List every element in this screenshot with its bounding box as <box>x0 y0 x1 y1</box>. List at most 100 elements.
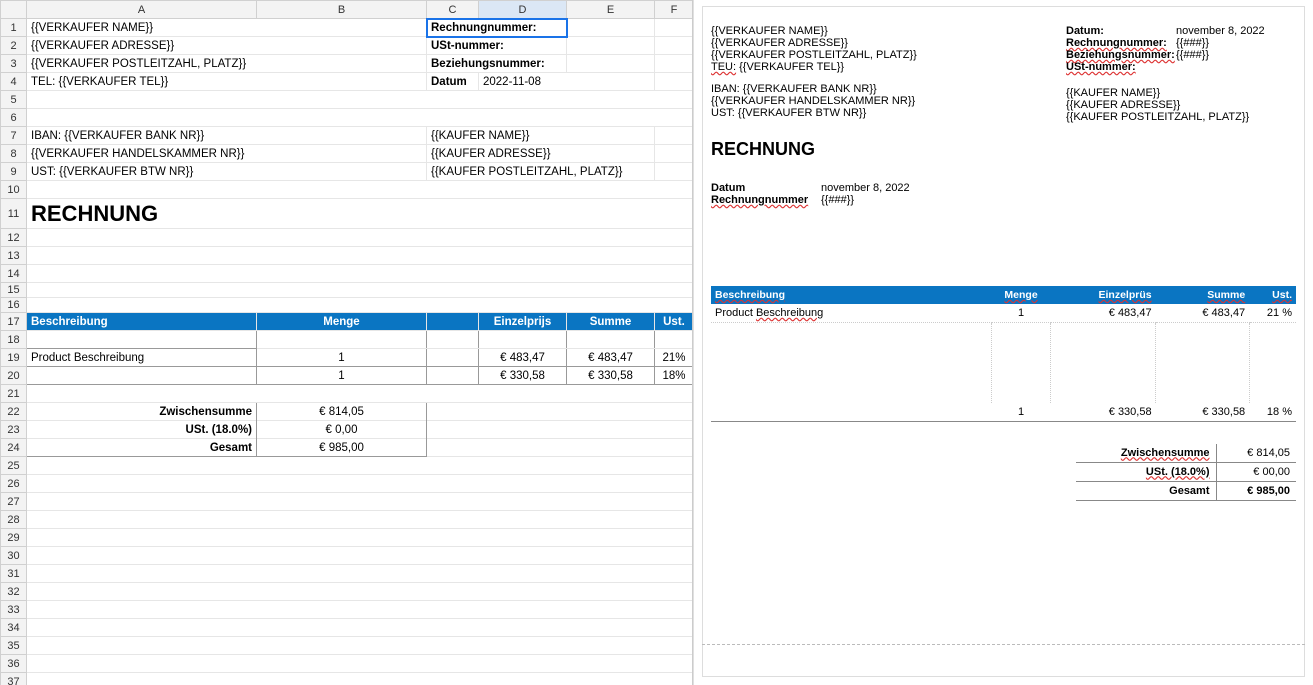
meta-bez-label: Beziehungsnummer: <box>1066 49 1176 61</box>
seller-tel: {{VERKAUFER TEL}} <box>739 61 844 73</box>
p-hdr-desc: Beschreibung <box>715 289 785 301</box>
row-17-hdr[interactable]: 17 <box>1 313 27 331</box>
cell-D19-unit[interactable]: € 483,47 <box>479 349 567 367</box>
hdr-beschreibung[interactable]: Beschreibung <box>27 313 257 331</box>
meta-rechnum: {{###}} <box>1176 37 1209 49</box>
label-zwischensumme[interactable]: Zwischensumme <box>27 403 257 421</box>
cell-A8[interactable]: {{VERKAUFER HANDELSKAMMER NR}} <box>27 145 427 163</box>
meta-bez: {{###}} <box>1176 49 1209 61</box>
sub-rechnum-label: Rechnungnummer <box>711 194 821 206</box>
seller-address: {{VERKAUFER ADRESSE}} <box>711 37 1066 49</box>
p-row1-desc <box>711 403 992 422</box>
hdr-ust[interactable]: Ust. <box>655 313 694 331</box>
cell-D9[interactable]: {{KAUFER POSTLEITZAHL, PLATZ}} <box>427 163 655 181</box>
cell-A4[interactable]: TEL: {{VERKAUFER TEL}} <box>27 73 427 91</box>
p-row1-qty: 1 <box>992 403 1051 422</box>
cell-D4[interactable]: Datum <box>427 73 479 91</box>
cell-F20-ust[interactable]: 18% <box>655 367 694 385</box>
cell-D2[interactable]: USt-nummer: <box>427 37 567 55</box>
seller-ust: UST: {{VERKAUFER BTW NR}} <box>711 107 1066 119</box>
hdr-summe[interactable]: Summe <box>567 313 655 331</box>
sub-datum: november 8, 2022 <box>821 182 910 194</box>
p-row0-qty: 1 <box>992 304 1051 323</box>
p-hdr-ust: Ust. <box>1272 289 1292 301</box>
val-zwischensumme[interactable]: € 814,05 <box>257 403 427 421</box>
meta-datum: november 8, 2022 <box>1176 25 1265 37</box>
cell-D1[interactable]: Rechnungnummer: <box>427 19 567 37</box>
seller-name: {{VERKAUFER NAME}} <box>711 25 1066 37</box>
page-break-indicator <box>702 644 1305 645</box>
row-8-hdr[interactable]: 8 <box>1 145 27 163</box>
seller-block: {{VERKAUFER NAME}} {{VERKAUFER ADRESSE}}… <box>711 25 1066 123</box>
buyer-address: {{KAUFER ADRESSE}} <box>1066 99 1296 111</box>
p-row1-unit: € 330,58 <box>1050 403 1155 422</box>
meta-ust-label: USt-nummer: <box>1066 61 1176 73</box>
col-B[interactable]: B <box>257 1 427 19</box>
cell-D7[interactable]: {{KAUFER NAME}} <box>427 127 655 145</box>
label-ust[interactable]: USt. (18.0%) <box>27 421 257 439</box>
cell-F1[interactable] <box>567 19 655 37</box>
cell-A2[interactable]: {{VERKAUFER ADRESSE}} <box>27 37 427 55</box>
seller-zipcity: {{VERKAUFER POSTLEITZAHL, PLATZ}} <box>711 49 1066 61</box>
row-1-hdr[interactable]: 1 <box>1 19 27 37</box>
cell-A19-desc[interactable]: Product Beschreibung <box>27 349 257 367</box>
hdr-einzel[interactable]: Einzelprijs <box>479 313 567 331</box>
preview-totals: Zwischensumme€ 814,05 USt. (18.0%)€ 00,0… <box>1076 444 1296 501</box>
row-3-hdr[interactable]: 3 <box>1 55 27 73</box>
row-22-hdr[interactable]: 22 <box>1 403 27 421</box>
preview-title: RECHNUNG <box>711 139 1296 160</box>
row-2-hdr[interactable]: 2 <box>1 37 27 55</box>
col-F[interactable]: F <box>655 1 694 19</box>
cell-D3[interactable]: Beziehungsnummer: <box>427 55 567 73</box>
row-7-hdr[interactable]: 7 <box>1 127 27 145</box>
val-ust[interactable]: € 0,00 <box>257 421 427 439</box>
meta-rechnum-label: Rechnungnummer: <box>1066 37 1176 49</box>
cell-A11-rechnung-title[interactable]: RECHNUNG <box>27 199 694 229</box>
p-row0-unit: € 483,47 <box>1050 304 1155 323</box>
buyer-zipcity: {{KAUFER POSTLEITZAHL, PLATZ}} <box>1066 111 1296 123</box>
col-A[interactable]: A <box>27 1 257 19</box>
p-row0-ust: 21 % <box>1249 304 1296 323</box>
cell-E4[interactable]: 2022-11-08 <box>479 73 655 91</box>
p-row1-ust: 18 % <box>1249 403 1296 422</box>
val-gesamt[interactable]: € 985,00 <box>257 439 427 457</box>
spreadsheet-grid[interactable]: A B C D E F 1 {{VERKAUFER NAME}} Rechnun… <box>0 0 693 685</box>
row-24-hdr[interactable]: 24 <box>1 439 27 457</box>
col-C[interactable]: C <box>427 1 479 19</box>
cell-E19-sum[interactable]: € 483,47 <box>567 349 655 367</box>
ptot-ust-label: USt. (18.0%) <box>1146 466 1210 478</box>
ptot-tot: € 985,00 <box>1216 481 1296 500</box>
meta-datum-label: Datum: <box>1066 25 1176 37</box>
column-header-row[interactable]: A B C D E F <box>1 1 694 19</box>
p-hdr-sum: Summe <box>1207 289 1245 301</box>
p-hdr-unit: Einzelprüs <box>1098 289 1151 301</box>
cell-D8[interactable]: {{KAUFER ADRESSE}} <box>427 145 655 163</box>
ptot-ust: € 00,00 <box>1216 462 1296 481</box>
cell-F19-ust[interactable]: 21% <box>655 349 694 367</box>
meta-block: Datum:november 8, 2022 Rechnungnummer:{{… <box>1066 25 1296 123</box>
cell-B19-qty[interactable]: 1 <box>257 349 427 367</box>
row-19-hdr[interactable]: 19 <box>1 349 27 367</box>
label-gesamt[interactable]: Gesamt <box>27 439 257 457</box>
cell-A3[interactable]: {{VERKAUFER POSTLEITZAHL, PLATZ}} <box>27 55 427 73</box>
cell-B20-qty[interactable]: 1 <box>257 367 427 385</box>
cell-E20-sum[interactable]: € 330,58 <box>567 367 655 385</box>
row-9-hdr[interactable]: 9 <box>1 163 27 181</box>
ptot-tot-label: Gesamt <box>1076 481 1216 500</box>
cell-A1[interactable]: {{VERKAUFER NAME}} <box>27 19 427 37</box>
row-23-hdr[interactable]: 23 <box>1 421 27 439</box>
hdr-menge[interactable]: Menge <box>257 313 427 331</box>
col-E[interactable]: E <box>567 1 655 19</box>
p-row1-sum: € 330,58 <box>1156 403 1250 422</box>
preview-table: Beschreibung Menge Einzelprüs Summe Ust.… <box>711 286 1296 422</box>
sub-datum-label: Datum <box>711 182 821 194</box>
row-20-hdr[interactable]: 20 <box>1 367 27 385</box>
print-preview: {{VERKAUFER NAME}} {{VERKAUFER ADRESSE}}… <box>693 0 1313 685</box>
cell-A9[interactable]: UST: {{VERKAUFER BTW NR}} <box>27 163 427 181</box>
row-11-hdr[interactable]: 11 <box>1 199 27 229</box>
col-D[interactable]: D <box>479 1 567 19</box>
row-4-hdr[interactable]: 4 <box>1 73 27 91</box>
cell-A7[interactable]: IBAN: {{VERKAUFER BANK NR}} <box>27 127 427 145</box>
cell-D20-unit[interactable]: € 330,58 <box>479 367 567 385</box>
p-row0-sum: € 483,47 <box>1156 304 1250 323</box>
